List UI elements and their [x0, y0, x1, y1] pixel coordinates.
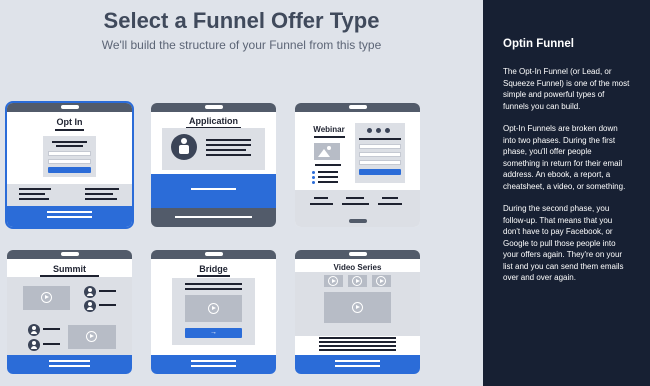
- play-icon: [352, 276, 362, 286]
- card-title: Application: [189, 116, 238, 126]
- image-placeholder-icon: [314, 143, 340, 160]
- card-header-bar: [295, 250, 420, 259]
- page-title: Select a Funnel Offer Type: [103, 8, 380, 33]
- video-thumbnail: [185, 295, 242, 322]
- funnel-card-webinar[interactable]: Webinar: [295, 103, 420, 227]
- funnel-card-application[interactable]: Application: [151, 103, 276, 227]
- play-icon: [352, 302, 363, 313]
- speaker-avatar-icon: [84, 300, 96, 312]
- card-title: Video Series: [333, 263, 382, 272]
- card-title: Opt In: [56, 117, 83, 127]
- sidebar-paragraph: During the second phase, you follow-up. …: [503, 204, 624, 282]
- funnel-card-summit[interactable]: Summit: [7, 250, 132, 374]
- sidebar-paragraph: The Opt-In Funnel (or Lead, or Squeeze F…: [503, 67, 630, 111]
- play-icon: [208, 303, 219, 314]
- speaker-avatar-icon: [28, 324, 40, 336]
- sidebar-title: Optin Funnel: [503, 38, 574, 50]
- card-header-bar: [151, 103, 276, 112]
- main-area: Select a Funnel Offer Type We'll build t…: [0, 0, 483, 386]
- card-title: Summit: [52, 264, 86, 274]
- card-header-bar: [295, 103, 420, 112]
- sidebar-paragraph: Opt-In Funnels are broken down into two …: [503, 124, 626, 191]
- funnel-description-sidebar: Optin Funnel The Opt-In Funnel (or Lead,…: [483, 0, 650, 386]
- card-header-bar: [7, 103, 132, 112]
- funnel-card-video-series[interactable]: Video Series: [295, 250, 420, 374]
- video-thumbnail: [23, 286, 70, 310]
- funnel-card-opt-in[interactable]: Opt In: [5, 101, 134, 229]
- play-icon: [328, 276, 338, 286]
- card-header-bar: [151, 250, 276, 259]
- play-icon: [376, 276, 386, 286]
- applicant-avatar-icon: [171, 134, 197, 160]
- play-icon: [41, 292, 52, 303]
- video-thumbnail: [324, 292, 391, 323]
- cta-button: →: [185, 328, 242, 338]
- play-icon: [86, 331, 97, 342]
- speaker-avatar-icon: [28, 339, 40, 351]
- card-header-bar: [7, 250, 132, 259]
- card-title: Bridge: [199, 264, 228, 274]
- speaker-avatar-icon: [84, 286, 96, 298]
- card-title: Webinar: [313, 125, 345, 134]
- page-subtitle: We'll build the structure of your Funnel…: [101, 38, 382, 52]
- funnel-card-bridge[interactable]: Bridge →: [151, 250, 276, 374]
- video-thumbnail: [68, 325, 116, 349]
